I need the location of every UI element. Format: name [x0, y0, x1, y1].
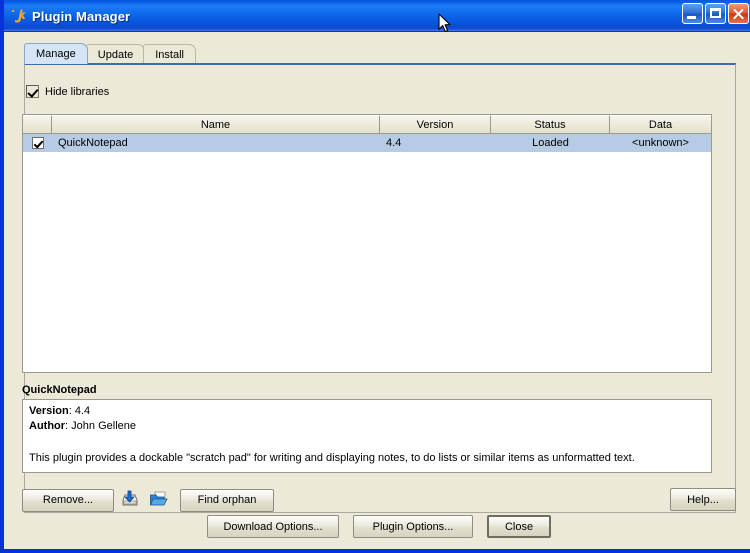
column-header-check[interactable]: [23, 115, 52, 133]
remove-button[interactable]: Remove...: [22, 488, 114, 512]
tab-update[interactable]: Update: [85, 44, 146, 64]
title-bar-left: Plugin Manager: [11, 0, 131, 31]
detail-version-label: Version: [29, 405, 69, 417]
checkbox-icon[interactable]: [31, 137, 44, 149]
close-dialog-button[interactable]: Close: [487, 515, 551, 538]
tab-strip: Manage Update Install: [24, 43, 196, 64]
tab-manage-label: Manage: [36, 48, 76, 60]
dialog-body: Manage Update Install Hide libraries Nam…: [8, 32, 750, 549]
detail-description: This plugin provides a dockable "scratch…: [29, 452, 635, 464]
tab-update-label: Update: [97, 48, 134, 61]
tab-install[interactable]: Install: [143, 44, 196, 64]
detail-version-value: 4.4: [74, 405, 91, 417]
close-dialog-button-label: Close: [504, 520, 534, 533]
cell-data: <unknown>: [632, 137, 689, 149]
plugin-options-button-label: Plugin Options...: [372, 520, 454, 533]
detail-author-label: Author: [29, 420, 66, 432]
tab-manage[interactable]: Manage: [24, 43, 88, 64]
column-header-name[interactable]: Name: [52, 115, 380, 133]
row-checkbox-cell[interactable]: [23, 134, 52, 152]
title-bar[interactable]: Plugin Manager: [4, 0, 750, 32]
plugin-table[interactable]: Name Version Status Data QuickNotepad 4.…: [22, 114, 712, 373]
cell-status: Loaded: [532, 137, 569, 149]
detail-author-value: John Gellene: [71, 420, 136, 432]
plugin-details-heading: QuickNotepad: [22, 384, 97, 396]
plugin-manager-window: Plugin Manager Manage Update Install Hid…: [0, 0, 750, 553]
checkbox-icon[interactable]: [26, 85, 39, 98]
remove-button-label: Remove...: [42, 494, 94, 506]
minimize-button[interactable]: [682, 3, 703, 24]
window-controls: [682, 3, 749, 24]
open-folder-icon-button[interactable]: [146, 488, 172, 512]
hide-libraries-checkbox[interactable]: Hide libraries: [26, 85, 109, 98]
plugin-details-box: Version: 4.4 Author: John Gellene This p…: [22, 399, 712, 473]
help-button-label: Help...: [687, 493, 719, 506]
window-title: Plugin Manager: [32, 8, 131, 24]
maximize-button[interactable]: [705, 3, 726, 24]
open-folder-icon: [149, 489, 169, 512]
detail-author-line: Author: John Gellene: [29, 419, 705, 434]
download-options-button-label: Download Options...: [223, 520, 323, 533]
cell-version: 4.4: [386, 137, 402, 149]
dialog-button-row: Download Options... Plugin Options... Cl…: [8, 515, 750, 538]
install-plugin-icon: [120, 489, 140, 512]
tab-install-label: Install: [155, 48, 184, 61]
action-button-row: Remove... Find orphan: [22, 488, 274, 512]
detail-version-line: Version: 4.4: [29, 404, 705, 419]
column-header-version[interactable]: Version: [380, 115, 491, 133]
find-orphan-button-label: Find orphan: [197, 494, 257, 506]
table-row[interactable]: QuickNotepad 4.4 Loaded <unknown>: [23, 134, 711, 152]
plugin-options-button[interactable]: Plugin Options...: [353, 515, 473, 538]
column-header-status[interactable]: Status: [491, 115, 610, 133]
help-button[interactable]: Help...: [670, 488, 736, 511]
find-orphan-button[interactable]: Find orphan: [180, 488, 274, 512]
jedit-logo-icon: [11, 8, 27, 24]
hide-libraries-label: Hide libraries: [45, 85, 110, 98]
download-options-button[interactable]: Download Options...: [207, 515, 339, 538]
close-button[interactable]: [728, 3, 749, 24]
cell-name: QuickNotepad: [58, 137, 128, 149]
install-plugin-icon-button[interactable]: [117, 488, 143, 512]
column-header-data[interactable]: Data: [610, 115, 711, 133]
table-header-row: Name Version Status Data: [23, 115, 711, 134]
